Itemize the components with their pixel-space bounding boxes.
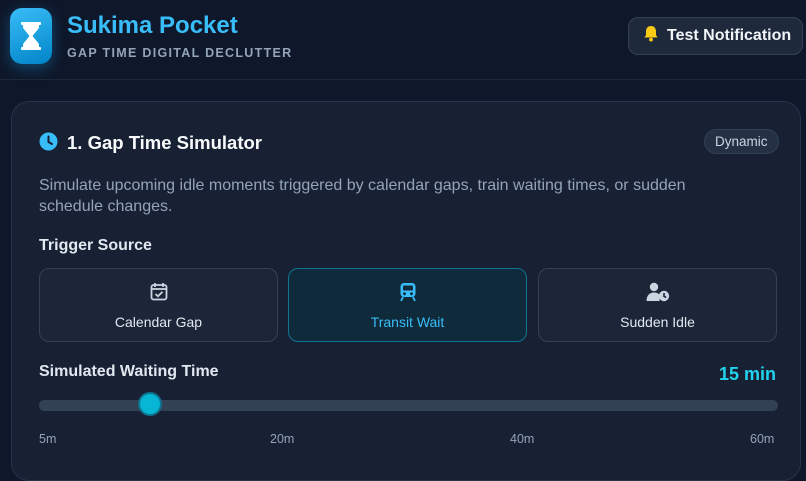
slider-tick-label: 5m <box>39 432 57 446</box>
trigger-sudden-idle[interactable]: Sudden Idle <box>538 268 777 342</box>
trigger-calendar-gap[interactable]: Calendar Gap <box>39 268 278 342</box>
test-notification-label: Test Notification <box>667 27 792 44</box>
slider-tick-label: 20m <box>270 432 295 446</box>
waiting-time-value: 15 min <box>718 364 776 384</box>
waiting-time-title: Simulated Waiting Time <box>39 363 219 380</box>
waiting-time-slider-thumb[interactable] <box>140 394 161 414</box>
trigger-label: Calendar Gap <box>114 314 203 330</box>
gap-time-simulator-card: 1. Gap Time Simulator Dynamic Simulate u… <box>11 101 801 481</box>
train-icon <box>399 282 417 307</box>
app-header: Sukima Pocket GAP TIME DIGITAL DECLUTTER… <box>0 0 806 80</box>
app-subtitle: GAP TIME DIGITAL DECLUTTER <box>67 46 293 60</box>
slider-tick-label: 60m <box>750 432 775 446</box>
trigger-source-title: Trigger Source <box>39 237 152 254</box>
trigger-label: Transit Wait <box>370 314 445 330</box>
app-title: Sukima Pocket <box>67 12 238 39</box>
trigger-transit-wait[interactable]: Transit Wait <box>288 268 527 342</box>
clock-icon <box>39 132 58 156</box>
section-title: 1. Gap Time Simulator <box>67 132 262 153</box>
section-description: Simulate upcoming idle moments triggered… <box>39 177 686 215</box>
calendar-check-icon <box>150 282 168 306</box>
trigger-label: Sudden Idle <box>620 314 695 330</box>
dynamic-badge: Dynamic <box>704 129 779 154</box>
hourglass-icon <box>10 8 52 64</box>
slider-tick-label: 40m <box>510 432 535 446</box>
bell-icon <box>643 25 659 47</box>
user-clock-icon <box>646 282 670 307</box>
test-notification-button[interactable]: Test Notification <box>628 17 803 55</box>
